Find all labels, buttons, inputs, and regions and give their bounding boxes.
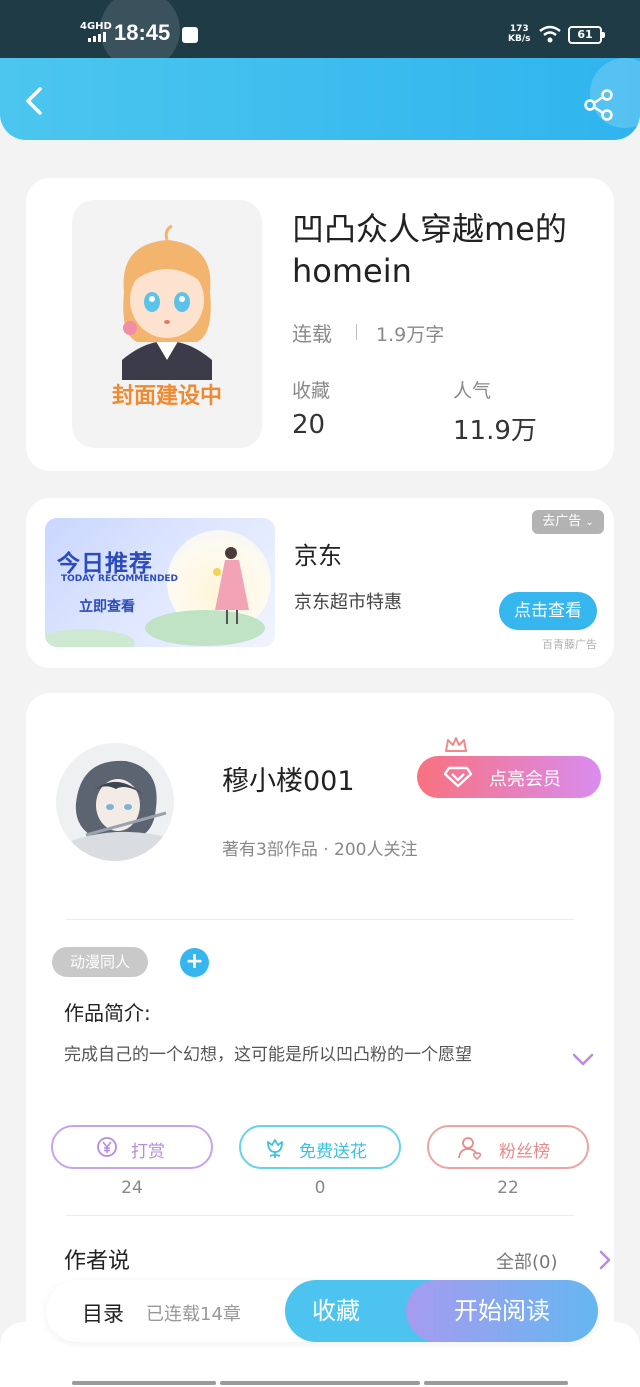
favorite-label: 收藏 <box>312 1297 360 1325</box>
chevron-right-icon[interactable] <box>598 1249 612 1271</box>
chevron-down-icon[interactable] <box>572 1053 594 1067</box>
ad-brand: 京东 <box>294 542 342 570</box>
share-icon[interactable] <box>582 88 616 122</box>
ad-source: 百青藤广告 <box>542 638 597 651</box>
flower-icon <box>267 1139 283 1158</box>
nav-indicator <box>424 1381 568 1385</box>
status-bar: 4GHD 18:45 173 KB/s 61 <box>0 0 640 70</box>
nav-indicator <box>220 1381 420 1385</box>
genre-tag[interactable]: 动漫同人 <box>52 947 148 977</box>
popularity-label: 人气 <box>453 380 492 402</box>
intro-title: 作品简介: <box>64 1001 151 1025</box>
toc-button[interactable]: 目录 <box>82 1298 124 1328</box>
banner-cta: 立即查看 <box>79 599 135 615</box>
divider <box>66 1215 574 1216</box>
fan-count: 22 <box>497 1178 519 1198</box>
user-icon <box>458 1137 482 1160</box>
divider <box>356 324 357 340</box>
author-says-all-link[interactable]: 全部(0) <box>496 1248 558 1274</box>
clock: 18:45 <box>114 20 171 45</box>
send-flower-button[interactable]: 免费送花 <box>239 1125 401 1169</box>
avatar-illustration <box>56 743 174 861</box>
book-title: 凹凸众人穿越me的homein <box>292 210 567 290</box>
top-header <box>0 58 640 140</box>
flower-count: 0 <box>314 1178 326 1198</box>
avatar[interactable] <box>56 743 174 861</box>
book-info-card: 封面建设中 凹凸众人穿越me的homein 连载 1.9万字 收藏 20 人气 … <box>26 178 614 471</box>
network-speed: 173 KB/s <box>508 24 530 44</box>
book-status: 连载 <box>292 322 332 346</box>
vip-label: 点亮会员 <box>489 769 561 790</box>
bottom-action-bar: 目录 已连载14章 收藏 开始阅读 <box>46 1280 598 1342</box>
chevron-left-icon[interactable] <box>20 86 50 116</box>
fan-ranking-label: 粉丝榜 <box>499 1142 550 1162</box>
ad-view-button[interactable]: 点击查看 <box>499 592 597 630</box>
intro-text: 完成自己的一个幻想，这可能是所以凹凸粉的一个愿望 <box>64 1045 472 1065</box>
cover-illustration <box>122 224 212 380</box>
nav-indicator <box>72 1381 216 1385</box>
chapter-count: 已连载14章 <box>146 1304 241 1325</box>
tip-label: 打赏 <box>131 1142 165 1162</box>
author-name[interactable]: 穆小楼001 <box>222 759 355 798</box>
network-indicator: 4GHD <box>80 21 112 32</box>
author-meta: 著有3部作品 · 200人关注 <box>222 840 418 860</box>
favorites-label: 收藏 <box>292 380 331 402</box>
battery-icon: 61 <box>568 26 605 44</box>
remove-ad-button[interactable]: 去广告 ⌄ <box>532 510 604 534</box>
author-says-title: 作者说 <box>64 1249 131 1274</box>
tip-button[interactable]: 打赏 <box>51 1125 213 1169</box>
tip-count: 24 <box>121 1178 143 1198</box>
wifi-icon <box>539 25 561 43</box>
banner-title: 今日推荐 <box>57 551 153 577</box>
crown-icon <box>445 737 467 752</box>
send-flower-label: 免费送花 <box>299 1142 367 1162</box>
speed-value: 173 <box>509 24 529 34</box>
notification-icon <box>182 27 198 43</box>
ad-description: 京东超市特惠 <box>294 592 402 613</box>
speed-unit: KB/s <box>508 34 531 44</box>
fan-ranking-button[interactable]: 粉丝榜 <box>427 1125 589 1169</box>
remove-ad-label: 去广告 <box>542 514 582 529</box>
signal-icon <box>88 32 106 42</box>
yen-icon <box>97 1137 117 1157</box>
book-cover[interactable]: 封面建设中 <box>72 200 262 448</box>
add-tag-button[interactable]: + <box>180 948 209 977</box>
favorites-value: 20 <box>292 410 326 440</box>
cover-placeholder-text: 封面建设中 <box>111 384 222 409</box>
divider <box>66 919 574 920</box>
diamond-icon <box>443 766 473 788</box>
vip-button[interactable]: 点亮会员 <box>417 756 601 798</box>
word-count: 1.9万字 <box>376 324 445 346</box>
banner-subtitle: TODAY RECOMMENDED <box>61 574 179 584</box>
ad-card[interactable]: 今日推荐 TODAY RECOMMENDED 立即查看 京东 京东超市特惠 去广… <box>26 498 614 668</box>
ad-banner-image[interactable]: 今日推荐 TODAY RECOMMENDED 立即查看 <box>45 518 275 647</box>
popularity-value: 11.9万 <box>453 416 537 446</box>
chevron-down-icon: ⌄ <box>585 517 594 528</box>
start-reading-button[interactable]: 开始阅读 <box>406 1280 598 1342</box>
